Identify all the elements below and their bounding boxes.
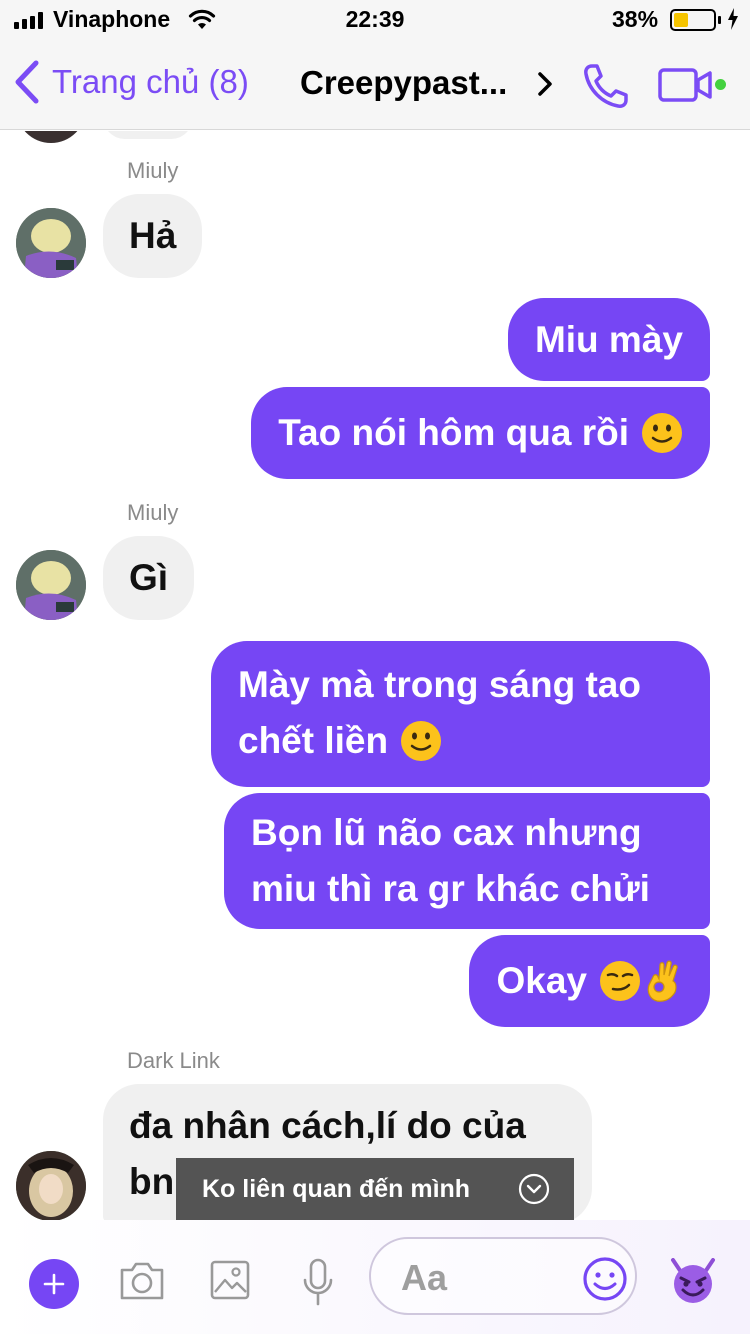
message-text: Miu mày bbox=[534, 318, 683, 360]
ok-hand-icon bbox=[647, 960, 678, 1002]
image-gallery-icon[interactable] bbox=[210, 1258, 250, 1302]
message-text: Okay bbox=[496, 960, 587, 1001]
sender-name: Miuly bbox=[127, 500, 179, 525]
chat-title[interactable]: Creepypast... bbox=[300, 64, 507, 102]
message-text-line: Bọn lũ não cax nhưng bbox=[251, 812, 642, 853]
message-bubble[interactable]: Mày mà trong sáng tao chết liền bbox=[211, 641, 710, 787]
sender-name: Miuly bbox=[127, 158, 179, 183]
message-text-line: Mày mà trong sáng tao bbox=[238, 664, 641, 705]
smirking-face-icon bbox=[600, 961, 640, 1001]
more-actions-button[interactable] bbox=[29, 1259, 79, 1309]
charging-bolt-icon bbox=[728, 8, 738, 30]
back-button[interactable]: Trang chủ (8) bbox=[14, 60, 249, 104]
plus-icon bbox=[43, 1273, 65, 1295]
avatar-image bbox=[16, 1151, 86, 1220]
message-bubble[interactable]: Hả bbox=[103, 194, 203, 278]
message-bubble-partial bbox=[103, 131, 193, 139]
sender-name: Dark Link bbox=[127, 1048, 220, 1073]
message-text-line: miu thì ra gr khác chửi bbox=[251, 868, 650, 909]
message-input-placeholder: Aa bbox=[401, 1257, 448, 1298]
status-bar: Vinaphone 22:39 38% bbox=[0, 0, 750, 40]
toast-text: Ko liên quan đến mình bbox=[202, 1174, 471, 1203]
battery-tip bbox=[718, 16, 721, 24]
quick-reaction-devil-icon[interactable] bbox=[669, 1258, 717, 1304]
video-call-icon[interactable] bbox=[658, 68, 714, 102]
avatar[interactable] bbox=[16, 1151, 86, 1220]
back-label: Trang chủ (8) bbox=[52, 63, 249, 100]
message-bubble[interactable]: Okay bbox=[469, 935, 710, 1027]
message-text-line: đa nhân cách,lí do của bbox=[129, 1105, 526, 1146]
message-bubble[interactable]: Bọn lũ não cax nhưng miu thì ra gr khác … bbox=[224, 793, 710, 929]
emoji-picker-icon[interactable] bbox=[582, 1256, 628, 1302]
online-status-dot bbox=[715, 79, 726, 90]
avatar-image bbox=[16, 208, 86, 278]
message-text-line-2: chết liền bbox=[238, 713, 683, 769]
chevron-right-icon[interactable] bbox=[538, 72, 552, 96]
avatar-image bbox=[16, 550, 86, 620]
chevron-down-circle-icon bbox=[518, 1173, 550, 1205]
chevron-left-icon bbox=[15, 60, 39, 104]
message-bubble[interactable]: Gì bbox=[103, 536, 195, 620]
message-input[interactable]: Aa bbox=[369, 1237, 637, 1315]
avatar[interactable] bbox=[16, 208, 86, 278]
message-text: Tao nói hôm qua rồi bbox=[278, 412, 629, 453]
message-text: Hả bbox=[129, 215, 177, 256]
new-message-toast[interactable]: Ko liên quan đến mình bbox=[176, 1158, 574, 1220]
avatar[interactable] bbox=[16, 550, 86, 620]
battery-percent: 38% bbox=[612, 6, 659, 32]
slightly-smiling-face-icon bbox=[401, 721, 442, 761]
camera-icon[interactable] bbox=[118, 1258, 166, 1302]
avatar bbox=[16, 131, 86, 143]
message-text-line: chết liền bbox=[238, 720, 389, 761]
battery-icon bbox=[670, 9, 716, 31]
slightly-smiling-face-icon bbox=[642, 413, 682, 453]
conversation-header: Trang chủ (8) Creepypast... bbox=[0, 40, 750, 130]
message-text: Gì bbox=[129, 557, 169, 598]
message-bubble[interactable]: Miu mày bbox=[507, 298, 710, 381]
message-list[interactable]: Miuly Hả Miu mày Tao nói hôm qua rồi Miu… bbox=[0, 131, 750, 1220]
phone-call-icon[interactable] bbox=[582, 62, 630, 110]
microphone-icon[interactable] bbox=[301, 1258, 335, 1308]
message-composer: Aa bbox=[0, 1220, 750, 1334]
message-bubble[interactable]: Tao nói hôm qua rồi bbox=[251, 387, 710, 479]
